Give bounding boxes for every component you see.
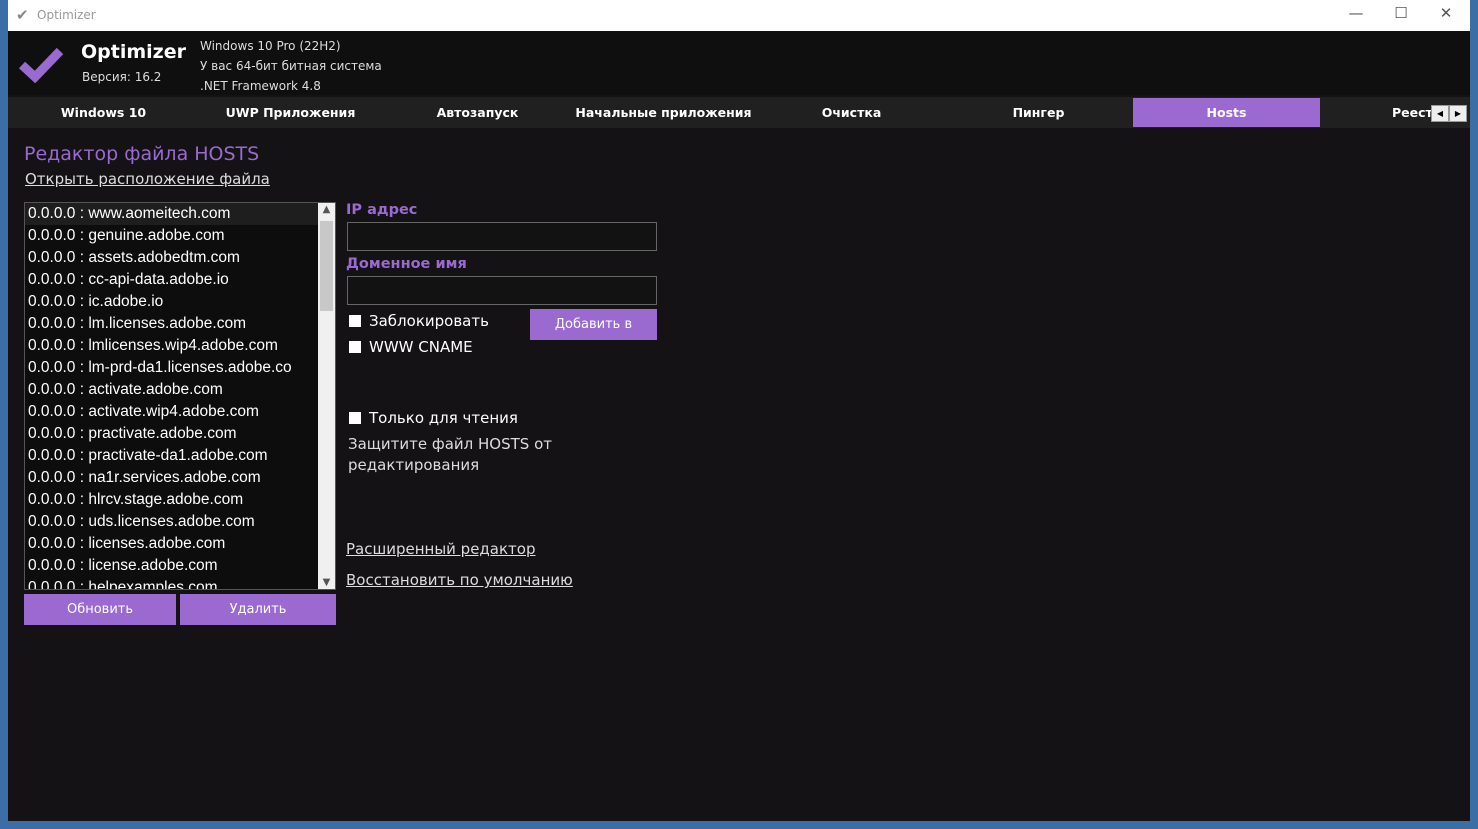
readonly-label: Только для чтения xyxy=(369,409,518,427)
ip-label: IP адрес xyxy=(346,202,418,218)
host-list-item[interactable]: 0.0.0.0 : helpexamples.com xyxy=(25,577,335,589)
optimizer-window: ✔ Optimizer — ☐ ✕ Optimizer Версия: 16.2… xyxy=(8,0,1470,821)
refresh-button[interactable]: Обновить xyxy=(24,594,176,625)
checkmark-logo-icon xyxy=(18,47,64,83)
block-label: Заблокировать xyxy=(369,312,489,330)
tab-pinger[interactable]: Пингер xyxy=(945,98,1132,127)
tab-windows10[interactable]: Windows 10 xyxy=(10,98,197,127)
delete-button[interactable]: Удалить xyxy=(180,594,336,625)
host-list-item[interactable]: 0.0.0.0 : licenses.adobe.com xyxy=(25,533,335,555)
host-list-item[interactable]: 0.0.0.0 : activate.adobe.com xyxy=(25,379,335,401)
restore-default-link[interactable]: Восстановить по умолчанию xyxy=(346,571,573,589)
close-button[interactable]: ✕ xyxy=(1426,4,1466,22)
host-list-item[interactable]: 0.0.0.0 : hlrcv.stage.adobe.com xyxy=(25,489,335,511)
host-list-item[interactable]: 0.0.0.0 : practivate-da1.adobe.com xyxy=(25,445,335,467)
tab-bar: Windows 10 UWP Приложения Автозапуск Нач… xyxy=(8,97,1470,128)
host-list-item[interactable]: 0.0.0.0 : lm-prd-da1.licenses.adobe.co xyxy=(25,357,335,379)
tab-hosts[interactable]: Hosts xyxy=(1133,98,1320,127)
app-check-icon: ✔ xyxy=(16,6,29,24)
os-info: Windows 10 Pro (22H2) xyxy=(200,39,341,53)
host-list-item[interactable]: 0.0.0.0 : cc-api-data.adobe.io xyxy=(25,269,335,291)
tab-scroll-left-icon[interactable]: ◀ xyxy=(1431,105,1449,122)
host-list-item[interactable]: 0.0.0.0 : license.adobe.com xyxy=(25,555,335,577)
hosts-list-scrollbar[interactable]: ▲ ▼ xyxy=(318,203,335,589)
window-title: Optimizer xyxy=(37,8,96,22)
tab-uwp[interactable]: UWP Приложения xyxy=(197,98,384,127)
domain-input[interactable] xyxy=(347,276,657,305)
readonly-checkbox[interactable]: Только для чтения xyxy=(349,409,518,427)
scroll-down-icon[interactable]: ▼ xyxy=(318,577,335,588)
www-cname-checkbox[interactable]: WWW CNAME xyxy=(349,338,473,356)
checkbox-box[interactable] xyxy=(349,412,361,424)
page-title: Редактор файла HOSTS xyxy=(24,143,260,165)
open-file-location-link[interactable]: Открыть расположение файла xyxy=(25,170,270,188)
www-cname-label: WWW CNAME xyxy=(369,338,473,356)
tab-initial-apps[interactable]: Начальные приложения xyxy=(570,98,757,127)
domain-label: Доменное имя xyxy=(346,256,467,272)
host-list-item[interactable]: 0.0.0.0 : uds.licenses.adobe.com xyxy=(25,511,335,533)
app-version: Версия: 16.2 xyxy=(82,70,162,84)
checkbox-box[interactable] xyxy=(349,315,361,327)
host-list-item[interactable]: 0.0.0.0 : practivate.adobe.com xyxy=(25,423,335,445)
host-list-item[interactable]: 0.0.0.0 : genuine.adobe.com xyxy=(25,225,335,247)
ip-input[interactable] xyxy=(347,222,657,251)
checkbox-box[interactable] xyxy=(349,341,361,353)
title-bar: ✔ Optimizer — ☐ ✕ xyxy=(8,0,1470,31)
system-info: Windows 10 Pro (22H2) У вас 64-бит битна… xyxy=(200,36,382,96)
readonly-description: Защитите файл HOSTS от редактирования xyxy=(348,435,553,474)
maximize-button[interactable]: ☐ xyxy=(1381,4,1421,22)
host-list-item[interactable]: 0.0.0.0 : lmlicenses.wip4.adobe.com xyxy=(25,335,335,357)
minimize-button[interactable]: — xyxy=(1336,4,1376,22)
tab-cleanup[interactable]: Очистка xyxy=(758,98,945,127)
tab-startup[interactable]: Автозапуск xyxy=(384,98,571,127)
host-list-item[interactable]: 0.0.0.0 : assets.adobedtm.com xyxy=(25,247,335,269)
block-checkbox[interactable]: Заблокировать xyxy=(349,312,489,330)
tab-scroll-right-icon[interactable]: ▶ xyxy=(1449,105,1467,122)
app-header: Optimizer Версия: 16.2 Windows 10 Pro (2… xyxy=(8,31,1470,95)
app-name: Optimizer xyxy=(81,41,186,63)
host-list-item[interactable]: 0.0.0.0 : ic.adobe.io xyxy=(25,291,335,313)
hosts-list[interactable]: 0.0.0.0 : www.aomeitech.com 0.0.0.0 : gen… xyxy=(24,202,336,590)
bitness-info: У вас 64-бит битная система xyxy=(200,59,382,73)
tab-scroll-arrows: ◀ ▶ xyxy=(1431,105,1467,122)
add-button[interactable]: Добавить в xyxy=(530,309,657,340)
framework-info: .NET Framework 4.8 xyxy=(200,79,321,93)
host-list-item[interactable]: 0.0.0.0 : na1r.services.adobe.com xyxy=(25,467,335,489)
advanced-editor-link[interactable]: Расширенный редактор xyxy=(346,540,536,558)
scrollbar-thumb[interactable] xyxy=(320,221,333,311)
host-list-item[interactable]: 0.0.0.0 : activate.wip4.adobe.com xyxy=(25,401,335,423)
scroll-up-icon[interactable]: ▲ xyxy=(318,204,335,215)
host-list-item[interactable]: 0.0.0.0 : www.aomeitech.com xyxy=(25,203,335,225)
host-list-item[interactable]: 0.0.0.0 : lm.licenses.adobe.com xyxy=(25,313,335,335)
